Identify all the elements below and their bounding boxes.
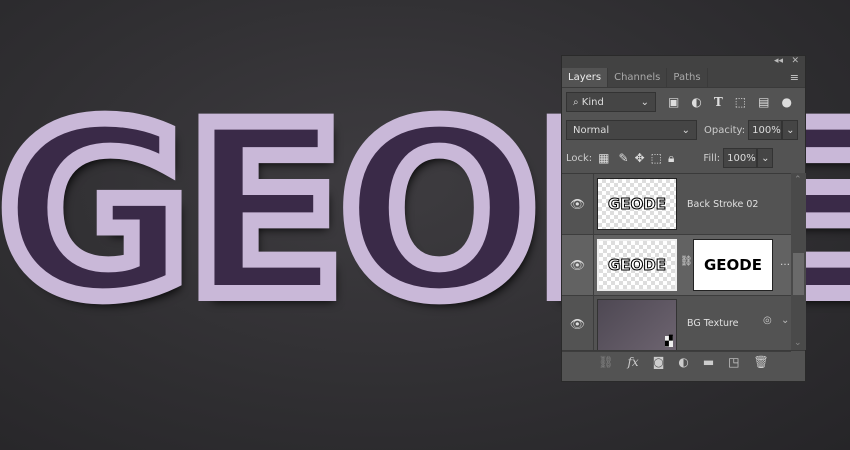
filter-kind-dropdown[interactable]: ⌕ Kind ⌄ — [566, 92, 656, 112]
tab-channels[interactable]: Channels — [608, 68, 668, 87]
layers-list: 👁︎ GEODE Back Stroke 02 👁︎ GEODE ⛓ GEODE… — [562, 173, 791, 352]
new-group-icon[interactable]: ▬ — [703, 355, 714, 369]
layer-thumbnail: GEODE — [597, 239, 677, 291]
layers-footer: ⛓ fx ◙ ◐ ▬ ◳ 🗑︎ — [562, 350, 805, 372]
chevron-down-icon: ⌄ — [681, 124, 690, 136]
pixel-filter-icon[interactable]: ▣ — [668, 95, 679, 109]
close-icon[interactable]: ✕ — [791, 56, 799, 66]
chevron-down-icon: ⌄ — [640, 96, 649, 108]
blend-mode-value: Normal — [573, 124, 610, 136]
fill-label: Fill: — [703, 152, 721, 164]
link-icon[interactable]: ⛓ — [680, 256, 693, 267]
smart-object-filter-icon[interactable]: ▤ — [758, 95, 769, 109]
smart-object-icon: ▞ — [665, 336, 673, 347]
layers-scrollbar[interactable]: ⌃ ⌄ — [791, 173, 806, 350]
more-icon: … — [780, 257, 790, 268]
layer-name[interactable]: BG Texture — [687, 318, 739, 329]
layer-effects-icon[interactable]: ◎ — [763, 315, 772, 326]
opacity-label: Opacity: — [704, 124, 746, 136]
fill-chevron-icon[interactable]: ⌄ — [757, 148, 774, 168]
layer-thumbnail: GEODE — [597, 178, 677, 230]
layer-back-stroke-02[interactable]: 👁︎ GEODE Back Stroke 02 — [562, 174, 791, 235]
layer-name[interactable]: Back Stroke 02 — [687, 199, 758, 210]
trash-icon[interactable]: 🗑︎ — [754, 355, 769, 369]
tab-layers[interactable]: Layers — [562, 68, 609, 87]
lock-all-icon[interactable]: 🔒︎ — [668, 151, 674, 166]
lock-paint-icon[interactable]: ✎ — [619, 151, 629, 165]
blend-mode-dropdown[interactable]: Normal ⌄ — [566, 120, 697, 140]
layer-selected[interactable]: 👁︎ GEODE ⛓ GEODE … — [562, 235, 791, 296]
chevron-down-icon[interactable]: ⌄ — [781, 315, 789, 326]
link-layers-icon[interactable]: ⛓ — [598, 355, 613, 369]
eye-icon[interactable]: 👁︎ — [562, 296, 594, 351]
panel-menu-icon[interactable]: ≡ — [790, 71, 799, 84]
eye-icon[interactable]: 👁︎ — [562, 235, 594, 295]
adjustment-layer-icon[interactable]: ◐ — [678, 355, 688, 369]
layer-bg-texture[interactable]: 👁︎ ▞ BG Texture ◎ ⌄ — [562, 296, 791, 352]
type-filter-icon[interactable]: T — [714, 95, 723, 109]
add-mask-icon[interactable]: ◙ — [653, 355, 665, 369]
collapse-icon[interactable]: ◂◂ — [774, 56, 783, 66]
scroll-down-icon[interactable]: ⌄ — [794, 338, 802, 348]
new-layer-icon[interactable]: ◳ — [728, 355, 739, 369]
scroll-up-icon[interactable]: ⌃ — [794, 175, 802, 185]
lock-position-icon[interactable]: ✥ — [635, 151, 645, 165]
fill-input[interactable]: 100% — [723, 148, 758, 168]
layers-panel: ◂◂ ✕ Layers Channels Paths ≡ ⌕ Kind ⌄ ▣ ◐… — [561, 55, 806, 382]
filter-toggle-icon[interactable]: ● — [781, 95, 791, 109]
adjustment-filter-icon[interactable]: ◐ — [691, 95, 701, 109]
fx-icon[interactable]: fx — [627, 355, 638, 369]
kind-label: Kind — [581, 96, 604, 108]
scrollbar-thumb[interactable] — [793, 253, 804, 295]
tab-paths[interactable]: Paths — [667, 68, 708, 87]
shape-filter-icon[interactable]: ⬚ — [735, 95, 746, 109]
opacity-chevron-icon[interactable]: ⌄ — [782, 120, 799, 140]
lock-transparent-icon[interactable]: ▦ — [598, 151, 609, 165]
opacity-input[interactable]: 100% — [748, 120, 783, 140]
lock-artboard-icon[interactable]: ⬚ — [651, 151, 662, 165]
search-icon: ⌕ — [573, 96, 579, 108]
panel-titlebar: ◂◂ ✕ — [562, 56, 805, 68]
lock-label: Lock: — [566, 152, 593, 164]
eye-icon[interactable]: 👁︎ — [562, 174, 594, 234]
layer-mask-thumbnail[interactable]: GEODE — [693, 239, 773, 291]
